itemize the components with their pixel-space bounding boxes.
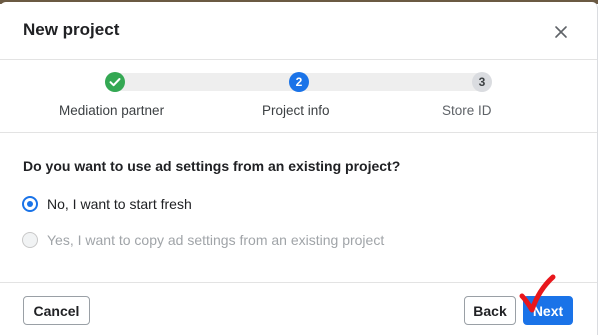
progress-stepper: 2 3 Mediation partner Project info Store…	[0, 60, 597, 133]
copy-settings-option: Yes, I want to copy ad settings from an …	[22, 232, 384, 248]
step-2-number: 2	[289, 72, 309, 92]
dialog-header: New project	[0, 2, 597, 60]
next-button[interactable]: Next	[523, 296, 573, 325]
step-2-label: Project info	[262, 103, 330, 118]
dialog-footer: Cancel Back Next	[0, 282, 597, 334]
start-fresh-radio[interactable]	[22, 196, 38, 212]
step-3-number: 3	[472, 72, 492, 92]
back-button[interactable]: Back	[464, 296, 516, 325]
copy-settings-label: Yes, I want to copy ad settings from an …	[47, 232, 385, 248]
dialog-title: New project	[23, 20, 120, 39]
ad-settings-question: Do you want to use ad settings from an e…	[23, 158, 401, 174]
cancel-button[interactable]: Cancel	[23, 296, 90, 325]
start-fresh-label: No, I want to start fresh	[47, 196, 192, 212]
stepper-track	[299, 73, 482, 91]
copy-settings-radio	[22, 232, 38, 248]
start-fresh-option[interactable]: No, I want to start fresh	[22, 196, 192, 212]
stepper-track	[114, 73, 299, 91]
close-icon[interactable]	[550, 21, 572, 43]
step-1-complete-check-icon	[105, 72, 125, 92]
step-3-label: Store ID	[442, 103, 492, 118]
step-1-label: Mediation partner	[59, 103, 165, 118]
